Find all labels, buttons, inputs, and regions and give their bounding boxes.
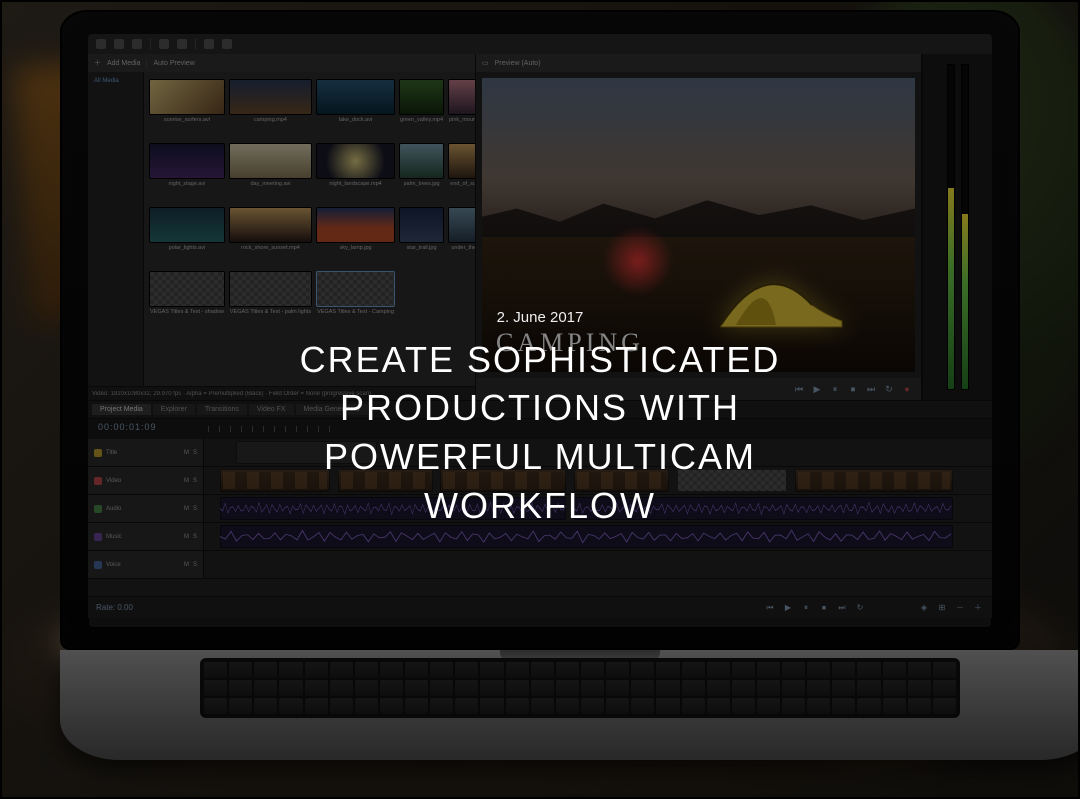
article-date: 2. June 2017 (497, 309, 584, 326)
article-hero[interactable]: ＋ Add Media Auto Preview All Media sunri… (0, 0, 1080, 799)
hero-text: 2. June 2017 CREATE SOPHISTICATED PRODUC… (2, 2, 1078, 797)
article-title: CREATE SOPHISTICATED PRODUCTIONS WITH PO… (230, 336, 850, 530)
